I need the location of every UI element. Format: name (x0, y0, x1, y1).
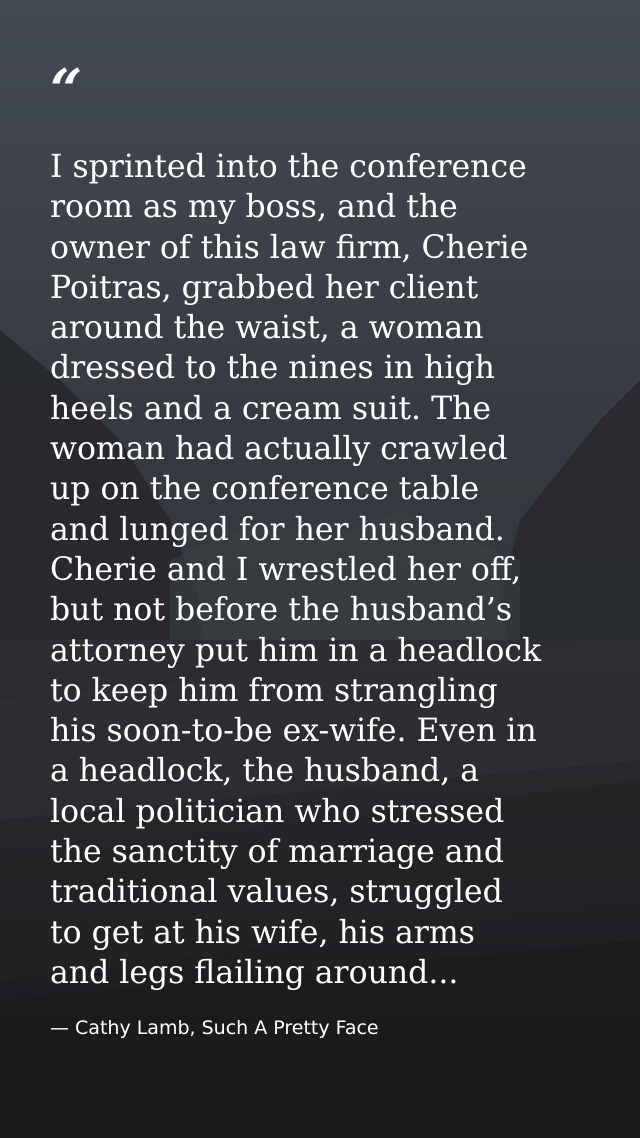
quote-text: I sprinted into the conference room as m… (50, 149, 542, 991)
quote-mark-icon: “ (50, 57, 82, 123)
quote-attribution: — Cathy Lamb, Such A Pretty Face (50, 1017, 379, 1039)
quote-card: “ I sprinted into the conference room as… (0, 0, 640, 1138)
